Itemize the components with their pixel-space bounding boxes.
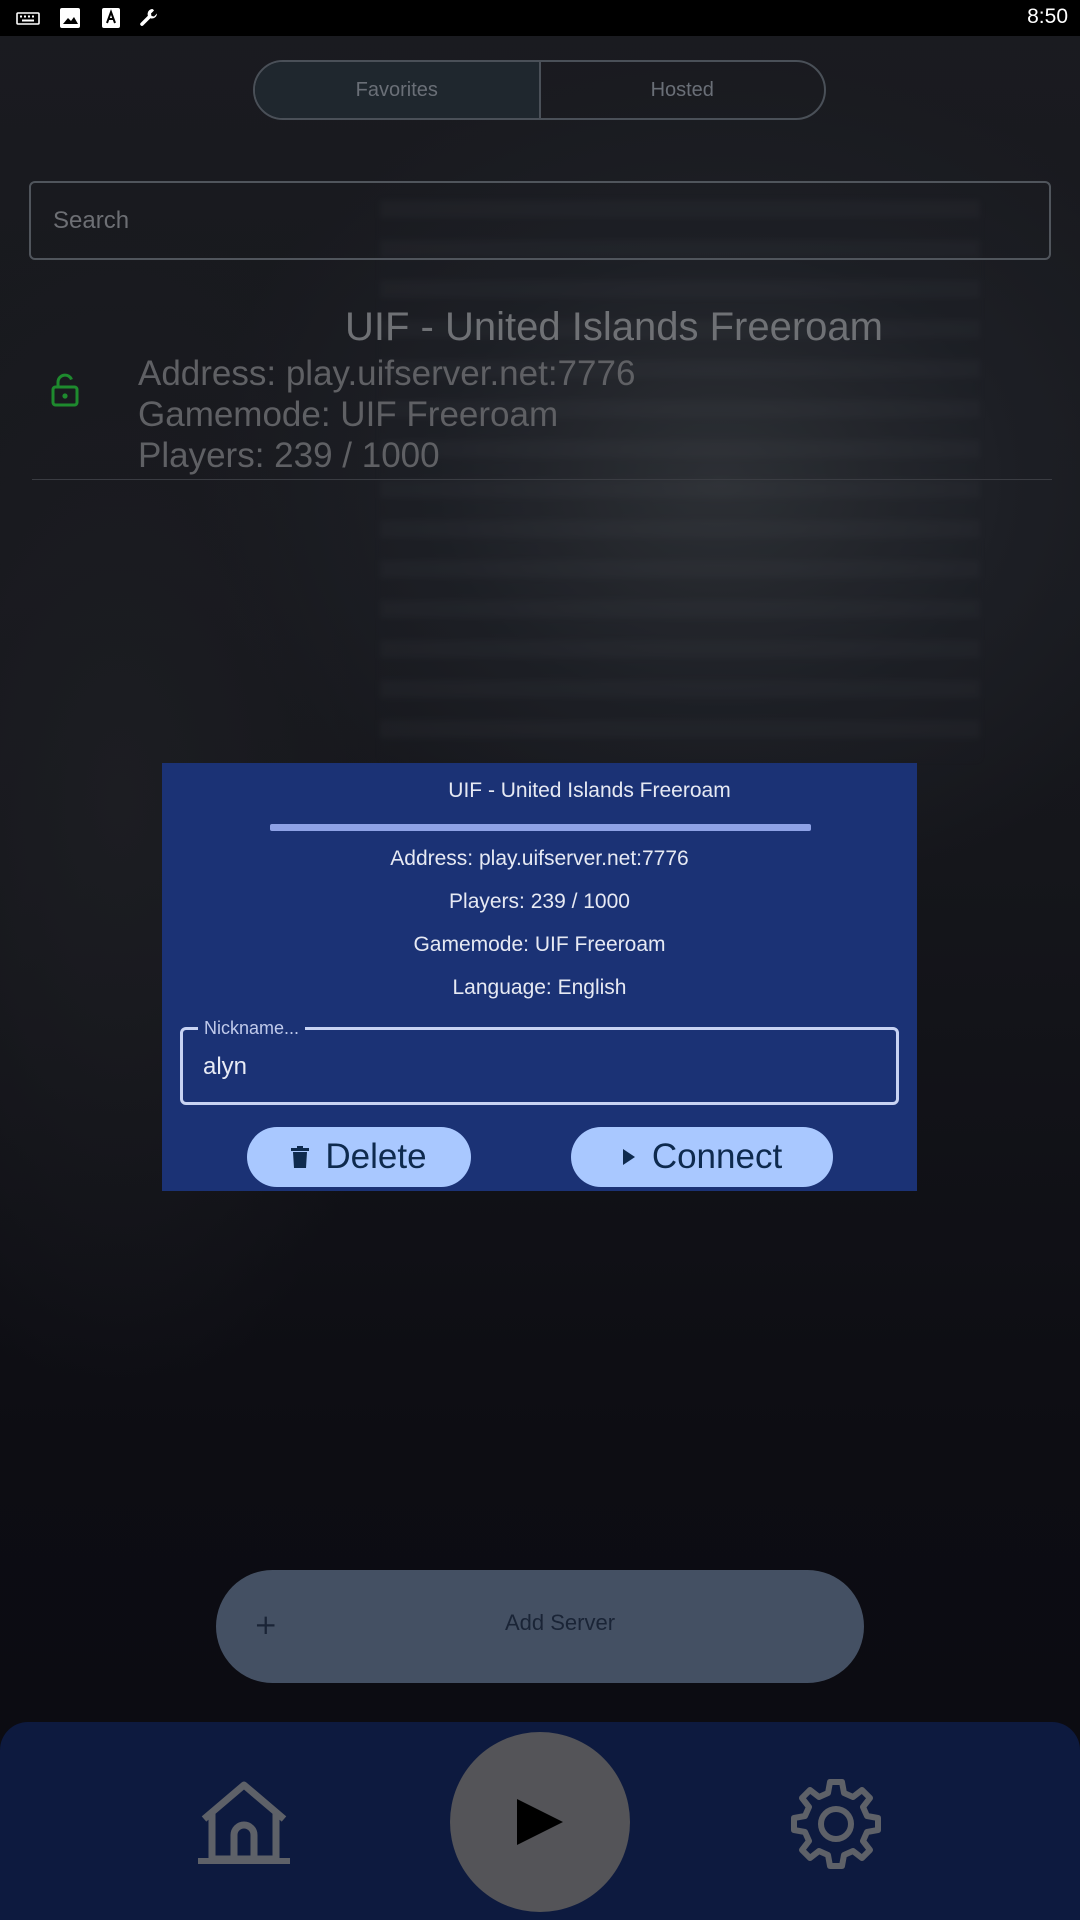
dialog-players: Players: 239 / 1000 — [449, 890, 630, 913]
background-blur — [380, 200, 980, 760]
home-icon[interactable] — [196, 1779, 292, 1865]
nickname-field[interactable]: Nickname... — [180, 1018, 899, 1105]
dialog-language: Language: English — [452, 976, 627, 999]
server-dialog: UIF - United Islands Freeroam Address: p… — [162, 763, 917, 1191]
font-icon — [102, 8, 120, 28]
dialog-address: Address: play.uifserver.net:7776 — [390, 847, 689, 870]
bottom-navigation — [0, 1722, 1080, 1920]
server-address: Address: play.uifserver.net:7776 — [138, 354, 636, 393]
nickname-input[interactable] — [203, 1049, 863, 1085]
play-icon — [517, 1799, 563, 1845]
server-list-item[interactable]: UIF - United Islands Freeroam Address: p… — [32, 300, 1052, 480]
connect-label: Connect — [651, 1137, 783, 1176]
settings-icon[interactable] — [790, 1778, 882, 1870]
server-tabs: Favorites Hosted — [253, 60, 826, 120]
clock: 8:50 — [1027, 5, 1068, 28]
search-input[interactable] — [29, 181, 1051, 260]
play-icon — [622, 1148, 636, 1166]
tab-favorites[interactable]: Favorites — [255, 62, 539, 118]
nickname-label: Nickname... — [198, 1018, 306, 1039]
wrench-icon — [140, 9, 157, 26]
tab-hosted[interactable]: Hosted — [538, 62, 825, 118]
server-players: Players: 239 / 1000 — [138, 436, 440, 475]
dialog-divider — [270, 824, 811, 831]
add-server-label: Add Server — [504, 1610, 616, 1635]
add-server-button[interactable]: + Add Server — [216, 1570, 864, 1683]
dialog-gamemode: Gamemode: UIF Freeroam — [413, 933, 666, 956]
play-button[interactable] — [450, 1732, 630, 1912]
keyboard-icon — [16, 12, 40, 25]
dialog-title: UIF - United Islands Freeroam — [448, 779, 731, 802]
unlocked-icon — [51, 373, 79, 407]
status-bar: 8:50 — [0, 0, 1080, 36]
trash-icon — [291, 1146, 310, 1168]
connect-button[interactable]: Connect — [571, 1127, 833, 1187]
delete-label: Delete — [325, 1137, 427, 1176]
image-icon — [60, 8, 80, 28]
server-title: UIF - United Islands Freeroam — [345, 305, 883, 349]
delete-button[interactable]: Delete — [247, 1127, 471, 1187]
server-gamemode: Gamemode: UIF Freeroam — [138, 395, 559, 434]
